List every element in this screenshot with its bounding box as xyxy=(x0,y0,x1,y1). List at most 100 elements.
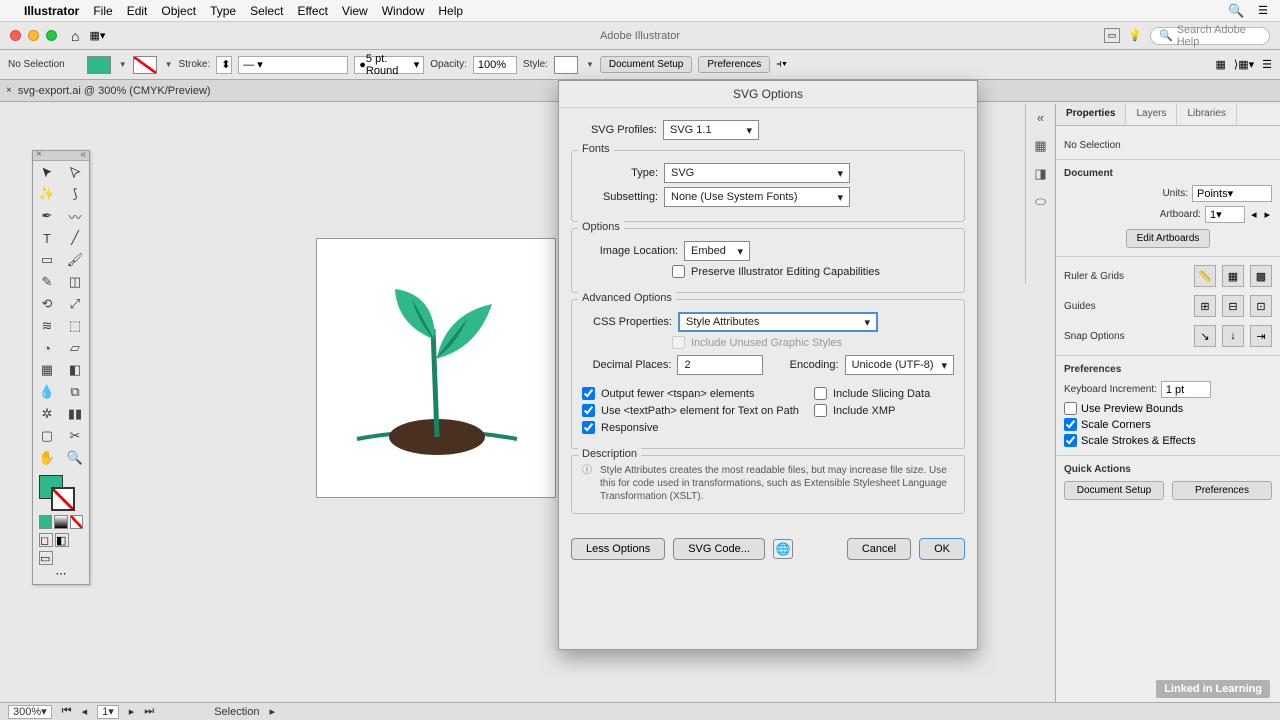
svg-profiles-select[interactable]: SVG 1.1▾ xyxy=(663,120,759,140)
less-options-button[interactable]: Less Options xyxy=(571,538,665,560)
panel-icon[interactable]: ⬭ xyxy=(1032,194,1050,212)
help-search-input[interactable]: 🔍Search Adobe Help xyxy=(1150,27,1270,45)
rotate-tool-icon[interactable]: ⟲ xyxy=(33,293,61,315)
output-tspan-checkbox[interactable]: Output fewer <tspan> elements xyxy=(582,387,814,400)
type-tool-icon[interactable]: T xyxy=(33,227,61,249)
menu-view[interactable]: View xyxy=(342,4,368,18)
kb-increment-input[interactable]: 1 pt xyxy=(1161,381,1211,398)
collapse-panels-icon[interactable]: « xyxy=(1032,110,1050,128)
shape-builder-tool-icon[interactable]: ◔ xyxy=(33,337,61,359)
snap-point-icon[interactable]: ↘ xyxy=(1194,325,1216,347)
hand-tool-icon[interactable]: ✋ xyxy=(33,447,61,469)
panel-icon[interactable]: ▦ xyxy=(1032,138,1050,156)
svg-code-button[interactable]: SVG Code... xyxy=(673,538,765,560)
opacity-input[interactable]: 100% xyxy=(473,56,517,74)
nav-next-icon[interactable]: ▸ xyxy=(129,705,135,718)
menu-window[interactable]: Window xyxy=(382,4,425,18)
chevron-down-icon[interactable]: ▼ xyxy=(119,60,127,69)
menu-extras-icon[interactable]: ☰ xyxy=(1258,4,1268,17)
tab-libraries[interactable]: Libraries xyxy=(1177,104,1236,125)
ok-button[interactable]: OK xyxy=(919,538,965,560)
transparency-grid-icon[interactable]: ▩ xyxy=(1250,265,1272,287)
style-swatch[interactable] xyxy=(554,56,578,74)
artboard-next-icon[interactable]: ▸ xyxy=(1262,208,1272,221)
document-setup-button[interactable]: Document Setup xyxy=(600,56,693,73)
screen-mode-icon[interactable]: ▭ xyxy=(39,551,53,565)
tab-properties[interactable]: Properties xyxy=(1056,104,1126,125)
eraser-tool-icon[interactable]: ◫ xyxy=(61,271,89,293)
fill-stroke-indicator[interactable] xyxy=(37,473,85,513)
magic-wand-tool-icon[interactable]: ✨ xyxy=(33,183,61,205)
column-graph-tool-icon[interactable]: ▮▮ xyxy=(61,403,89,425)
help-bulb-icon[interactable]: 💡 xyxy=(1128,29,1142,42)
artboard-prev-icon[interactable]: ◂ xyxy=(1249,208,1259,221)
shaper-tool-icon[interactable]: ✎ xyxy=(33,271,61,293)
close-window-icon[interactable] xyxy=(10,30,21,41)
selection-tool-icon[interactable] xyxy=(33,161,61,183)
toolbox-handle[interactable] xyxy=(33,151,89,161)
close-tab-icon[interactable]: × xyxy=(6,85,12,96)
pen-tool-icon[interactable]: ✒ xyxy=(33,205,61,227)
mesh-tool-icon[interactable]: ▦ xyxy=(33,359,61,381)
nav-first-icon[interactable]: ⏮ xyxy=(62,705,72,718)
app-name[interactable]: Illustrator xyxy=(24,4,79,18)
align-icon[interactable]: ⫞▾ xyxy=(776,58,787,71)
arrange-docs-icon[interactable]: ▦▾ xyxy=(89,29,105,42)
stroke-width-profile[interactable]: — ▾ xyxy=(238,56,348,74)
use-preview-checkbox[interactable]: Use Preview Bounds xyxy=(1064,402,1272,415)
use-textpath-checkbox[interactable]: Use <textPath> element for Text on Path xyxy=(582,404,814,417)
line-tool-icon[interactable]: ╱ xyxy=(61,227,89,249)
lasso-tool-icon[interactable]: ⟆ xyxy=(61,183,89,205)
menu-select[interactable]: Select xyxy=(250,4,283,18)
font-type-select[interactable]: SVG▾ xyxy=(664,163,850,183)
menu-type[interactable]: Type xyxy=(210,4,236,18)
smart-guides-icon[interactable]: ⊡ xyxy=(1250,295,1272,317)
grid-icon[interactable]: ▦ xyxy=(1222,265,1244,287)
guides-icon[interactable]: ⊞ xyxy=(1194,295,1216,317)
curvature-tool-icon[interactable]: 〰 xyxy=(61,205,89,227)
perspective-tool-icon[interactable]: ▱ xyxy=(61,337,89,359)
none-mode-icon[interactable] xyxy=(70,515,83,529)
nav-last-icon[interactable]: ⏭ xyxy=(144,705,154,718)
blend-tool-icon[interactable]: ⧉ xyxy=(61,381,89,403)
spotlight-icon[interactable]: 🔍 xyxy=(1228,3,1244,19)
panel-icon[interactable]: ◨ xyxy=(1032,166,1050,184)
menu-effect[interactable]: Effect xyxy=(297,4,327,18)
drawing-mode-icon[interactable]: ◻ xyxy=(39,533,53,547)
zoom-tool-icon[interactable]: 🔍 xyxy=(61,447,89,469)
scale-corners-checkbox[interactable]: Scale Corners xyxy=(1064,418,1272,431)
menu-help[interactable]: Help xyxy=(438,4,463,18)
grid-layout-icon[interactable]: ▦ xyxy=(1216,58,1226,71)
menu-edit[interactable]: Edit xyxy=(127,4,148,18)
image-location-select[interactable]: Embed▾ xyxy=(684,241,750,261)
edit-toolbar-icon[interactable]: ⋯ xyxy=(37,567,85,580)
direct-selection-tool-icon[interactable] xyxy=(61,161,89,183)
paintbrush-tool-icon[interactable]: 🖌 xyxy=(61,249,89,271)
decimal-places-input[interactable]: 2 xyxy=(677,355,763,375)
subsetting-select[interactable]: None (Use System Fonts)▾ xyxy=(664,187,850,207)
status-more-icon[interactable]: ▸ xyxy=(269,705,275,718)
preserve-editing-checkbox[interactable]: Preserve Illustrator Editing Capabilitie… xyxy=(672,265,954,278)
gradient-mode-icon[interactable] xyxy=(54,515,67,529)
ruler-icon[interactable]: 📏 xyxy=(1194,265,1216,287)
home-icon[interactable]: ⌂ xyxy=(71,28,79,44)
snap-grid-icon[interactable]: ↓ xyxy=(1222,325,1244,347)
qa-document-setup-button[interactable]: Document Setup xyxy=(1064,481,1164,500)
preferences-button[interactable]: Preferences xyxy=(698,56,770,73)
units-select[interactable]: Points▾ xyxy=(1192,185,1272,202)
include-slicing-checkbox[interactable]: Include Slicing Data xyxy=(814,387,954,400)
list-icon[interactable]: ☰ xyxy=(1262,58,1272,71)
scale-tool-icon[interactable]: ⤢ xyxy=(61,293,89,315)
brush-def-select[interactable]: ● 5 pt. Round ▾ xyxy=(354,56,424,74)
layout-options-icon[interactable]: ⟩▦▾ xyxy=(1234,58,1254,71)
cancel-button[interactable]: Cancel xyxy=(847,538,911,560)
zoom-select[interactable]: 300% ▾ xyxy=(8,705,52,719)
encoding-select[interactable]: Unicode (UTF-8)▾ xyxy=(845,355,954,375)
qa-preferences-button[interactable]: Preferences xyxy=(1172,481,1272,500)
snap-pixel-icon[interactable]: ⇥ xyxy=(1250,325,1272,347)
responsive-checkbox[interactable]: Responsive xyxy=(582,421,814,434)
slice-tool-icon[interactable]: ✂ xyxy=(61,425,89,447)
menu-object[interactable]: Object xyxy=(161,4,196,18)
artboard-select[interactable]: 1▾ xyxy=(1205,206,1245,223)
stroke-swatch[interactable] xyxy=(133,56,157,74)
